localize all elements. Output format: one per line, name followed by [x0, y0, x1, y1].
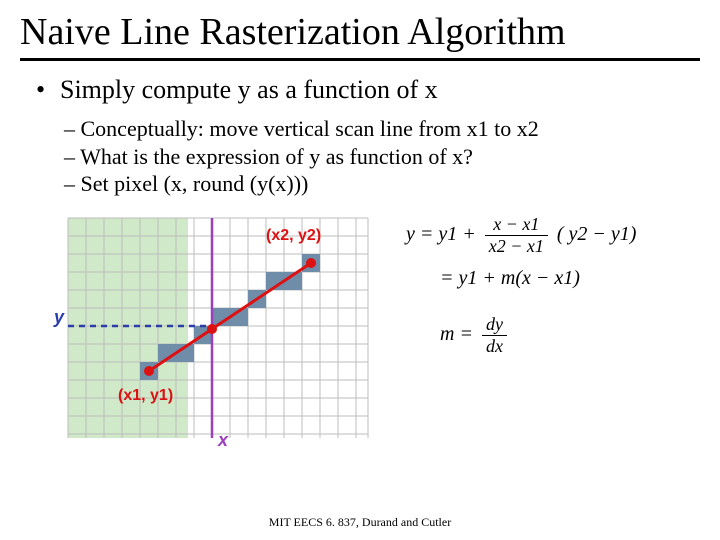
- sub-bullet: – Set pixel (x, round (y(x))): [64, 170, 690, 198]
- equation-m: m = dy dx: [406, 314, 700, 357]
- sub-bullet: – What is the expression of y as functio…: [64, 143, 690, 171]
- slide-title: Naive Line Rasterization Algorithm: [0, 0, 720, 58]
- p1-label: (x1, y1): [118, 387, 173, 404]
- slide-footer: MIT EECS 6. 837, Durand and Cutler: [0, 515, 720, 530]
- raster-diagram: y x (x1, y1) (x2, y2): [48, 208, 378, 453]
- y-axis-label: y: [53, 307, 65, 327]
- x-axis-label: x: [217, 430, 229, 448]
- bullet-main: Simply compute y as a function of x: [42, 75, 690, 105]
- sub-bullet: – Conceptually: move vertical scan line …: [64, 115, 690, 143]
- equation-2: = y1 + m(x − x1): [406, 267, 700, 290]
- p2-label: (x2, y2): [266, 227, 321, 244]
- equation-1: y = y1 + x − x1 x2 − x1 ( y2 − y1): [406, 214, 700, 257]
- bullet-list: Simply compute y as a function of x – Co…: [0, 75, 720, 198]
- formula-block: y = y1 + x − x1 x2 − x1 ( y2 − y1) = y1 …: [406, 208, 700, 367]
- title-underline: [20, 58, 700, 61]
